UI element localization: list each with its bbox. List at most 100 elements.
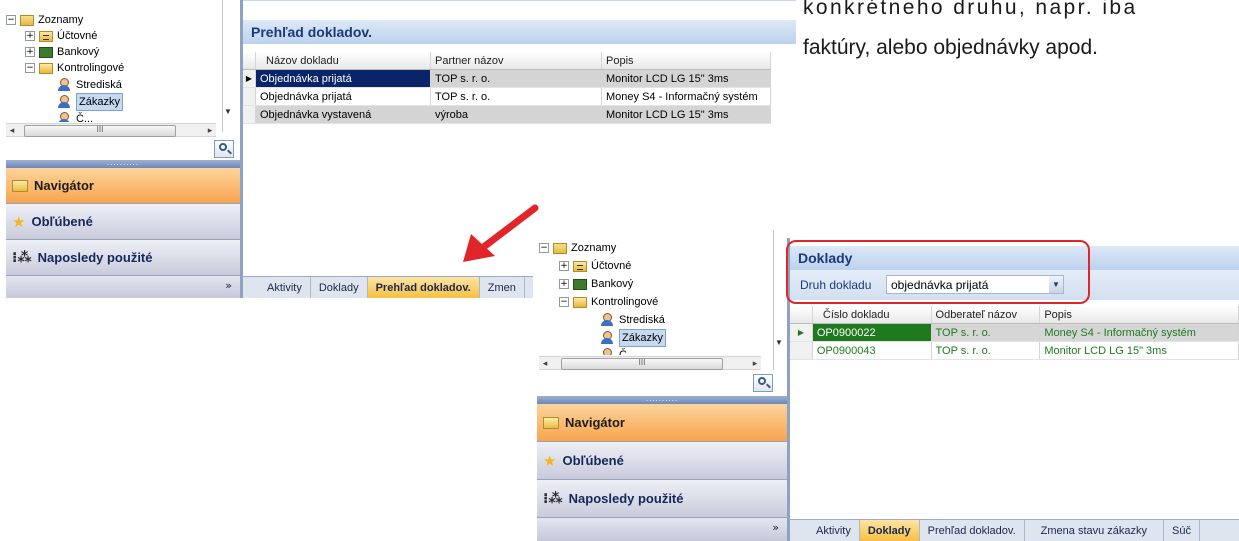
tree-item-zoznamy[interactable]: − Zoznamy — [539, 240, 616, 256]
chevron-more-icon[interactable]: » — [225, 279, 232, 292]
bank-folder-icon — [573, 278, 587, 290]
table-row[interactable]: Objednávka vystavená výroba Monitor LCD … — [243, 105, 771, 124]
tree-item-label: Strediská — [619, 314, 665, 326]
nav-button-label: Naposledy použité — [568, 491, 684, 506]
tab-zmena[interactable]: Zmen — [480, 277, 525, 298]
column-header[interactable]: Odberateľ názov — [931, 306, 1041, 324]
scroll-right-arrow-icon[interactable]: ▸ — [749, 357, 761, 369]
table-cell[interactable]: výroba — [430, 105, 602, 124]
search-icon[interactable] — [753, 374, 773, 392]
tree-item-uctovne[interactable]: + Účtovné — [559, 258, 631, 274]
expand-icon[interactable]: + — [25, 47, 35, 57]
table-cell[interactable]: Monitor LCD LG 15" 3ms — [601, 105, 771, 124]
search-icon[interactable] — [214, 140, 234, 158]
tree-item-zakazky[interactable]: Zákazky — [56, 93, 123, 111]
tree-item-cut[interactable]: Č... — [56, 111, 93, 122]
column-header[interactable]: Partner názov — [430, 52, 602, 70]
table-cell[interactable]: OP0900043 — [812, 341, 932, 360]
folder-icon — [12, 179, 28, 192]
tree-item-kontrolingove[interactable]: − Kontrolingové — [559, 294, 658, 310]
tree-item-label: Zoznamy — [571, 242, 617, 254]
scroll-down-arrow-icon[interactable]: ▼ — [775, 338, 783, 347]
tab-doklady[interactable]: Doklady — [859, 520, 920, 541]
tab-prehlad-dokladov[interactable]: Prehľad dokladov. — [920, 520, 1025, 541]
scroll-down-arrow-icon[interactable]: ▼ — [224, 107, 232, 116]
tree-item-zoznamy[interactable]: − Zoznamy — [6, 12, 83, 28]
paragraph-text: konkrétneho druhu, napr. iba faktúry, al… — [803, 0, 1223, 68]
table-cell[interactable]: Objednávka prijatá — [255, 69, 431, 88]
tree-item-zakazky[interactable]: Zákazky — [599, 329, 666, 347]
tree-hscroll[interactable]: ◂ III ▸ — [6, 123, 216, 137]
chevron-more-icon[interactable]: » — [772, 521, 779, 534]
folder-icon — [20, 14, 34, 26]
tab-aktivity[interactable]: Aktivity — [243, 277, 311, 298]
paragraph-line-1: konkrétneho druhu, napr. iba — [803, 0, 1138, 19]
splitter-grip[interactable]: .......... — [6, 159, 240, 168]
tab-sucet[interactable]: Súč — [1164, 520, 1200, 541]
table-cell[interactable]: TOP s. r. o. — [931, 323, 1041, 342]
navigator-panel-1: − Zoznamy + Účtovné + Bankový − Kontroli… — [0, 0, 240, 300]
control-folder-icon — [573, 296, 587, 308]
table-cell[interactable]: TOP s. r. o. — [931, 341, 1041, 360]
table-cell[interactable]: Monitor LCD LG 15" 3ms — [1039, 341, 1239, 360]
table-cell[interactable]: TOP s. r. o. — [430, 87, 602, 106]
panel-title: Prehľad dokladov. — [243, 20, 796, 44]
collapse-icon[interactable]: − — [559, 297, 569, 307]
column-header[interactable]: Popis — [601, 52, 771, 70]
nav-button-recent[interactable]: ⁝⁂ Naposledy použité — [6, 240, 240, 276]
table-cell[interactable]: Objednávka vystavená — [255, 105, 431, 124]
table-row[interactable]: OP0900043 TOP s. r. o. Monitor LCD LG 15… — [790, 341, 1239, 360]
hscroll-thumb[interactable]: III — [561, 358, 723, 370]
nav-button-navigator[interactable]: Navigátor — [537, 404, 787, 442]
collapse-icon[interactable]: − — [539, 243, 549, 253]
expand-icon[interactable]: + — [559, 261, 569, 271]
tree-item-strediska[interactable]: Strediská — [599, 312, 665, 328]
tab-doklady[interactable]: Doklady — [311, 277, 368, 298]
splitter-grip[interactable]: .......... — [537, 395, 787, 404]
table-row[interactable]: Objednávka prijatá TOP s. r. o. Money S4… — [243, 87, 771, 106]
column-header[interactable]: Popis — [1039, 306, 1239, 324]
tree-item-bankovy[interactable]: + Bankový — [25, 44, 99, 60]
table-cell[interactable]: Money S4 - Informačný systém — [1039, 323, 1239, 342]
hscroll-thumb[interactable]: III — [24, 125, 176, 137]
table-row[interactable]: ▶ OP0900022 TOP s. r. o. Money S4 - Info… — [790, 323, 1239, 342]
table-cell[interactable]: TOP s. r. o. — [430, 69, 602, 88]
tree-item-strediska[interactable]: Strediská — [56, 77, 122, 93]
row-indicator-icon: ▶ — [243, 69, 256, 88]
tree-vscroll-track[interactable] — [773, 230, 774, 370]
person-icon — [599, 348, 615, 355]
tree-item-kontrolingove[interactable]: − Kontrolingové — [25, 60, 124, 76]
nav-button-label: Naposledy použité — [37, 250, 153, 265]
nav-button-navigator[interactable]: Navigátor — [6, 168, 240, 204]
tab-aktivity[interactable]: Aktivity — [790, 520, 860, 541]
scroll-left-arrow-icon[interactable]: ◂ — [539, 357, 551, 369]
tab-zmena-stavu-zakazky[interactable]: Zmena stavu zákazky — [1025, 520, 1165, 541]
tree-item-cut[interactable]: Č... — [599, 347, 636, 355]
table-cell[interactable]: Monitor LCD LG 15" 3ms — [601, 69, 771, 88]
tree-hscroll[interactable]: ◂ III ▸ — [539, 356, 761, 370]
expand-icon[interactable]: + — [25, 31, 35, 41]
nav-button-favorites[interactable]: ★ Obľúbené — [537, 442, 787, 480]
collapse-icon[interactable]: − — [6, 15, 16, 25]
expand-icon[interactable]: + — [559, 279, 569, 289]
nav-button-recent[interactable]: ⁝⁂ Naposledy použité — [537, 480, 787, 518]
table-cell[interactable]: Objednávka prijatá — [255, 87, 431, 106]
table-row[interactable]: ▶ Objednávka prijatá TOP s. r. o. Monito… — [243, 69, 771, 88]
tab-prehlad-dokladov[interactable]: Prehľad dokladov. — [367, 277, 480, 298]
collapse-icon[interactable]: − — [25, 63, 35, 73]
table-cell[interactable]: OP0900022 — [812, 323, 932, 342]
tree-vscroll-track[interactable] — [222, 0, 223, 132]
tree-item-uctovne[interactable]: + Účtovné — [25, 28, 97, 44]
nav-button-favorites[interactable]: ★ Obľúbené — [6, 204, 240, 240]
nav-button-label: Navigátor — [565, 415, 625, 430]
documents-grid: Číslo dokladu Odberateľ názov Popis ▶ OP… — [790, 306, 1239, 360]
scroll-left-arrow-icon[interactable]: ◂ — [6, 124, 18, 136]
column-header[interactable]: Číslo dokladu — [812, 306, 932, 324]
paragraph-line-2: faktúry, alebo objednávky apod. — [803, 36, 1098, 59]
column-header[interactable]: Názov dokladu — [255, 52, 431, 70]
control-folder-icon — [39, 62, 53, 74]
accounting-folder-icon — [573, 260, 587, 272]
tree-item-bankovy[interactable]: + Bankový — [559, 276, 633, 292]
scroll-right-arrow-icon[interactable]: ▸ — [204, 124, 216, 136]
table-cell[interactable]: Money S4 - Informačný systém — [601, 87, 771, 106]
